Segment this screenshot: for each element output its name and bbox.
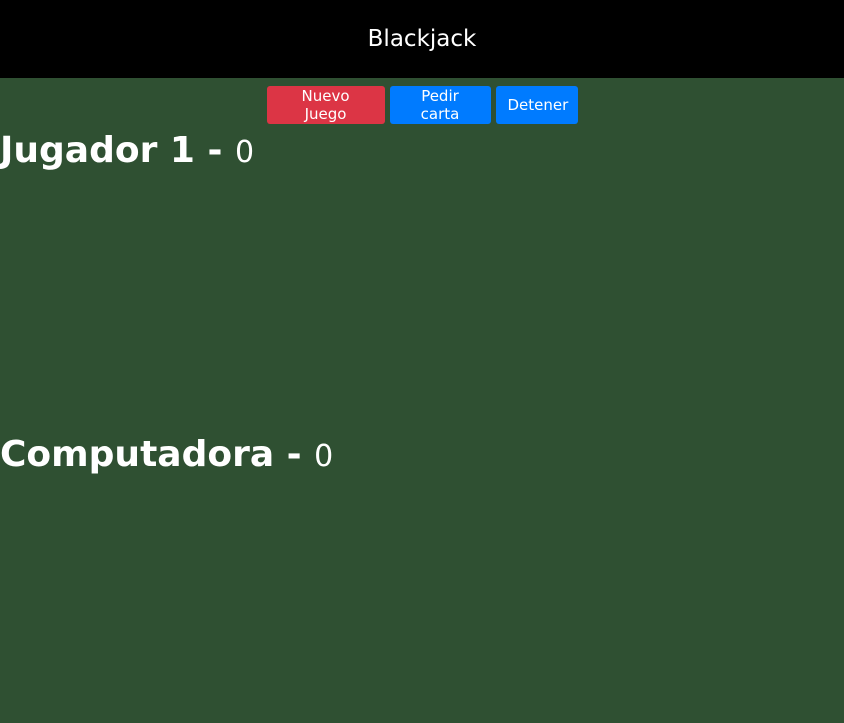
player-name: Jugador 1 xyxy=(0,130,195,171)
app-title: Blackjack xyxy=(367,26,477,52)
computer-section: Computadora - 0 xyxy=(0,437,333,613)
computer-heading: Computadora - 0 xyxy=(0,437,333,473)
computer-name: Computadora xyxy=(0,434,275,475)
computer-cards xyxy=(0,473,333,613)
player-cards xyxy=(0,169,254,309)
new-game-button[interactable]: Nuevo Juego xyxy=(266,86,385,124)
player-separator: - xyxy=(207,130,223,171)
player-score: 0 xyxy=(234,135,255,170)
computer-score: 0 xyxy=(314,439,334,474)
game-controls: Nuevo Juego Pedir carta Detener xyxy=(0,78,844,124)
player-heading: Jugador 1 - 0 xyxy=(0,133,254,169)
stand-button[interactable]: Detener xyxy=(495,86,578,124)
hit-button[interactable]: Pedir carta xyxy=(389,86,491,124)
computer-separator: - xyxy=(286,434,302,475)
player-section: Jugador 1 - 0 xyxy=(0,133,254,309)
app-header: Blackjack xyxy=(0,0,844,78)
